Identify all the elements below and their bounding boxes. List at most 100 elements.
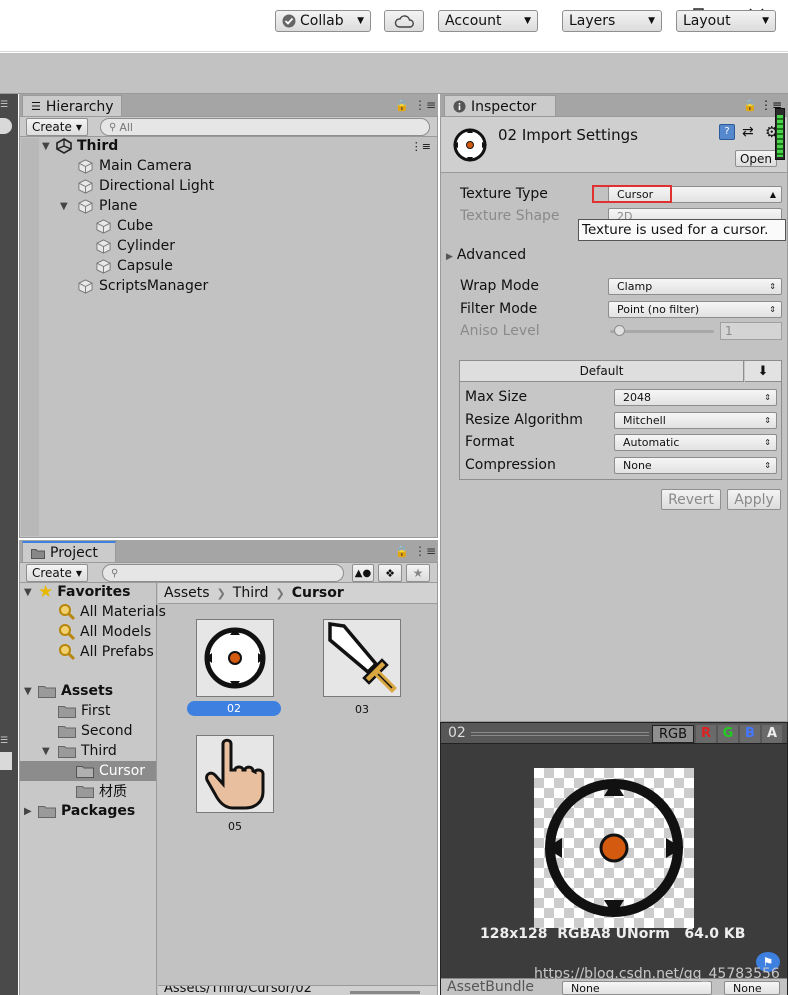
assetbundle-label: AssetBundle [447,979,535,995]
project-create-button[interactable]: Create ▼ [26,564,88,582]
tab-project[interactable]: Project [22,541,116,563]
account-dropdown[interactable]: Account ▼ [438,10,538,32]
breadcrumb-assets[interactable]: Assets [164,585,210,601]
aniso-slider-track[interactable] [610,330,714,333]
hierarchy-item-cube[interactable]: Cube [96,216,153,236]
breadcrumb: Assets ❯ Third ❯ Cursor [164,583,344,603]
search-by-label-button[interactable]: ❖ [378,564,402,582]
channel-b-toggle[interactable]: B [740,725,760,743]
aniso-slider-thumb[interactable] [614,325,625,336]
gameobject-cube-icon [78,178,93,194]
gameobject-cube-icon [78,198,93,214]
channel-a-toggle[interactable]: A [762,725,782,743]
asset-thumb-03[interactable] [323,619,401,697]
asset-thumb-05[interactable] [196,735,274,813]
hierarchy-item-plane[interactable]: ▼ Plane [60,196,137,216]
compression-dropdown[interactable]: None ⇕ [614,457,777,474]
lock-icon[interactable]: 🔒 [395,545,409,558]
breadcrumb-third[interactable]: Third [233,585,269,601]
preview-drag-handle[interactable] [471,732,649,736]
open-button[interactable]: Open [735,150,777,167]
info-icon [453,100,466,113]
collapsed-arrow-icon: ▶ [446,252,453,262]
folder-icon [76,765,94,778]
folder-icon [58,745,76,758]
tab-hierarchy[interactable]: ☰ Hierarchy [22,95,122,117]
hierarchy-item-scriptsmanager[interactable]: ScriptsManager [78,276,208,296]
collab-label: Collab [300,13,344,29]
tree-folder-third[interactable]: ▼ Third [42,741,117,761]
hierarchy-item-directional-light[interactable]: Directional Light [78,176,214,196]
scene-menu-icon[interactable]: ⋮≡ [411,140,431,153]
tree-assets[interactable]: ▼ Assets [24,681,113,701]
channel-rgb-toggle[interactable]: RGB [652,725,694,743]
channel-r-toggle[interactable]: R [696,725,716,743]
format-dropdown[interactable]: Automatic ⇕ [614,434,777,451]
platform-tab-default[interactable]: Default [460,361,744,382]
cloud-button[interactable] [384,10,424,32]
download-arrow-icon[interactable]: ⬇ [745,361,781,382]
sword-cursor-icon [328,621,397,693]
folder-icon [58,725,76,738]
expand-arrow-icon[interactable]: ▼ [42,746,58,757]
hierarchy-item-cylinder[interactable]: Cylinder [96,236,175,256]
resize-algorithm-dropdown[interactable]: Mitchell ⇕ [614,412,777,429]
search-icon: ⚲ [109,121,117,133]
console-edge-field[interactable] [0,752,12,770]
breadcrumb-chevron-icon: ❯ [275,586,285,600]
dropdown-value: None [623,459,652,472]
wrap-mode-dropdown[interactable]: Clamp ⇕ [608,278,782,295]
revert-button[interactable]: Revert [661,489,721,510]
tree-packages[interactable]: ▶ Packages [24,801,135,821]
assetbundle-dropdown[interactable]: None [562,981,712,995]
scrollbar-meter[interactable] [775,108,785,160]
assetbundle-variant-dropdown[interactable]: None [724,981,780,995]
asset-label-02[interactable]: 02 [187,701,281,716]
main-toolbar [0,53,788,94]
unity-scene-icon [56,138,72,154]
tree-label: All Models [80,624,152,640]
channel-g-toggle[interactable]: G [718,725,738,743]
lock-icon[interactable]: 🔒 [743,99,757,112]
collab-dropdown[interactable]: Collab ▼ [275,10,371,32]
preset-icon[interactable]: ⇄ [742,124,754,140]
layout-dropdown[interactable]: Layout ▼ [676,10,776,32]
search-by-type-button[interactable]: ▲● [352,564,374,582]
filter-mode-dropdown[interactable]: Point (no filter) ⇕ [608,301,782,318]
breadcrumb-chevron-icon: ❯ [216,586,226,600]
tree-favorites[interactable]: ▼ ★ Favorites [24,582,130,602]
hierarchy-search-input[interactable]: ⚲ All [100,118,430,136]
tree-folder-second[interactable]: Second [58,721,133,741]
aniso-level-field[interactable]: 1 [720,322,782,340]
expand-arrow-icon[interactable]: ▼ [60,201,78,212]
advanced-foldout[interactable]: ▶ Advanced [446,247,526,263]
hierarchy-scene-row[interactable]: ▼ Third ⋮≡ [42,136,437,156]
updown-caret-icon: ⇕ [769,305,776,314]
favorite-search-button[interactable]: ★ [406,564,430,582]
lock-icon[interactable]: 🔒 [395,99,409,112]
project-search-input[interactable]: ⚲ [102,564,344,582]
inspector-title: 02 Import Settings [498,126,638,144]
tree-folder-first[interactable]: First [58,701,110,721]
tree-fav-all-models[interactable]: All Models [58,622,151,642]
tree-fav-all-prefabs[interactable]: All Prefabs [58,642,154,662]
star-icon: ★ [38,582,54,602]
tab-inspector[interactable]: Inspector [444,95,556,117]
max-size-dropdown[interactable]: 2048 ⇕ [614,389,777,406]
asset-label-03[interactable]: 03 [323,703,401,716]
hierarchy-item-main-camera[interactable]: Main Camera [78,156,192,176]
hierarchy-item-capsule[interactable]: Capsule [96,256,173,276]
hierarchy-create-button[interactable]: Create ▼ [26,118,88,136]
icon-size-slider[interactable] [350,991,420,994]
asset-thumb-02[interactable] [196,619,274,697]
tree-folder-cursor[interactable]: Cursor [76,761,145,781]
apply-button[interactable]: Apply [727,489,781,510]
layers-dropdown[interactable]: Layers ▼ [562,10,662,32]
help-book-icon[interactable]: ? [719,124,735,140]
breadcrumb-cursor[interactable]: Cursor [292,585,344,601]
asset-label-05[interactable]: 05 [196,820,274,833]
tree-fav-all-materials[interactable]: All Materials [58,602,166,622]
tree-folder-material[interactable]: 材质 [76,781,127,801]
panel-menu-icon[interactable]: ⋮≡ [414,98,436,112]
panel-menu-icon[interactable]: ⋮≡ [414,544,436,558]
